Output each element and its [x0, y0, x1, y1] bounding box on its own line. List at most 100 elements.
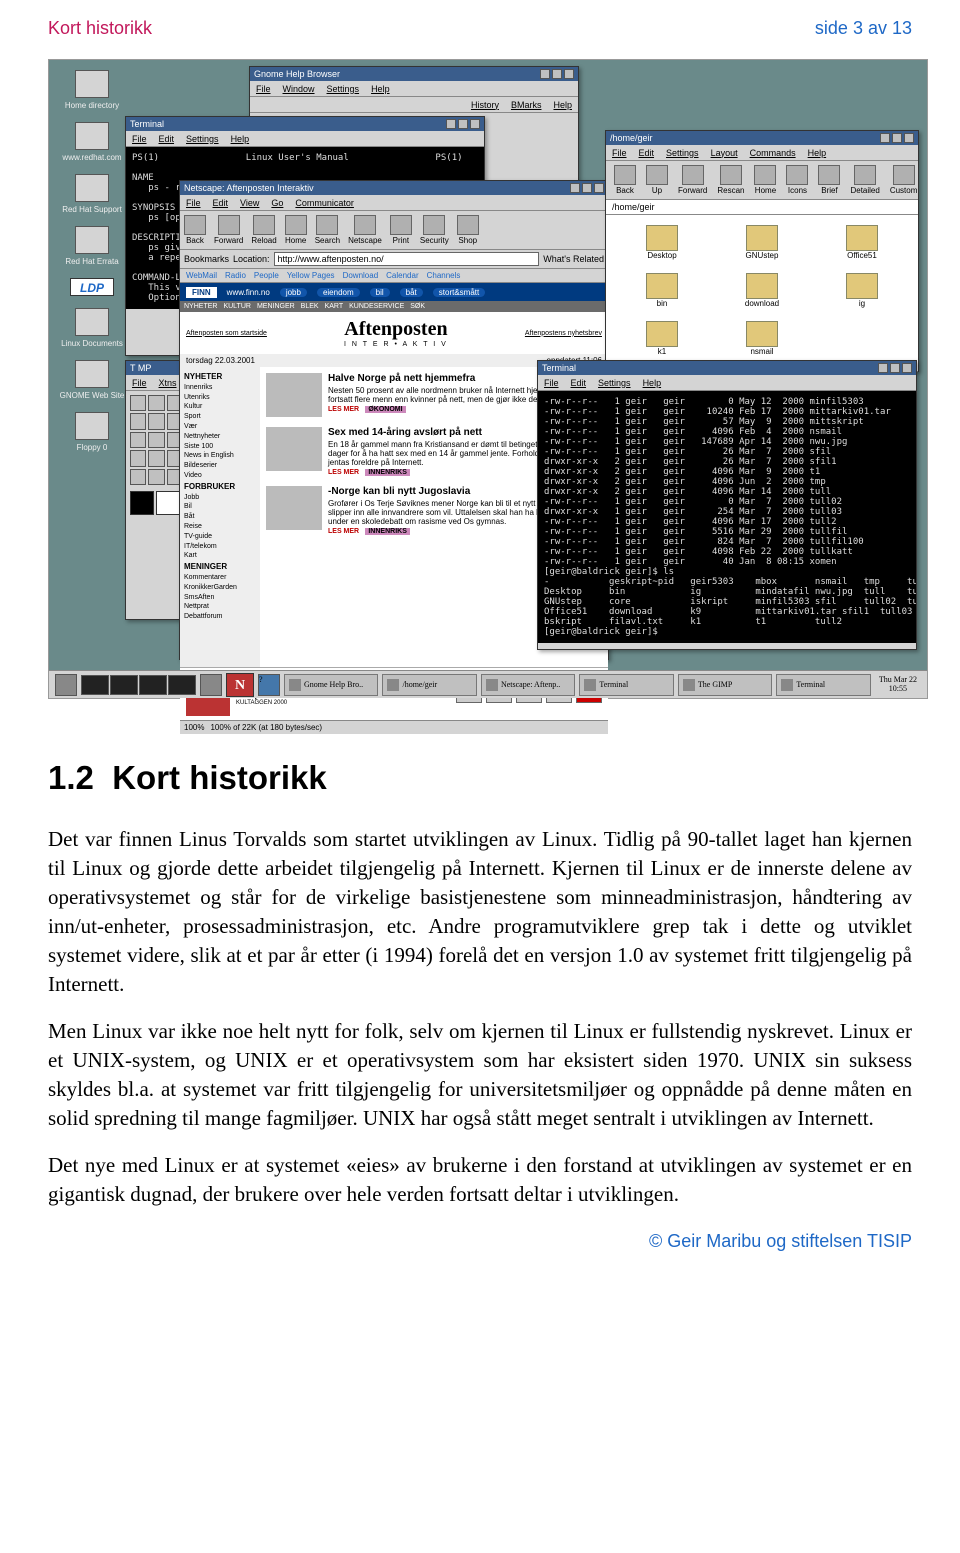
fm-rescan-button[interactable]: Rescan — [717, 165, 744, 195]
finn-tab[interactable]: eiendom — [317, 288, 360, 297]
taskbar-item[interactable]: The GIMP — [678, 674, 772, 696]
minimize-icon[interactable] — [570, 183, 580, 193]
menu-commands[interactable]: Commands — [750, 148, 796, 158]
menu-settings[interactable]: Settings — [666, 148, 699, 158]
menu-help[interactable]: Help — [808, 148, 827, 158]
titlebar[interactable]: Terminal — [126, 117, 484, 131]
menu-help[interactable]: Help — [231, 134, 250, 144]
desktop-icon[interactable]: Red Hat Support — [57, 174, 127, 214]
side-link[interactable]: Bil — [184, 503, 192, 510]
side-link[interactable]: Bildeserier — [184, 462, 217, 469]
print-button[interactable]: Print — [390, 215, 412, 245]
fm-up-button[interactable]: Up — [646, 165, 668, 195]
side-link[interactable]: Nettprat — [184, 603, 209, 610]
terminal-ls-window[interactable]: Terminal File Edit Settings Help -rw-r--… — [537, 360, 917, 650]
menu-file[interactable]: File — [612, 148, 627, 158]
tool-icon[interactable] — [130, 413, 146, 429]
maximize-icon[interactable] — [582, 183, 592, 193]
startside-link[interactable]: Aftenposten som startside — [186, 330, 267, 337]
folder[interactable]: bin — [616, 273, 708, 313]
terminal-launcher-icon[interactable] — [200, 674, 222, 696]
pager-cell[interactable] — [110, 675, 138, 695]
menu-file[interactable]: File — [544, 378, 559, 388]
menu-view[interactable]: View — [240, 198, 259, 208]
maximize-icon[interactable] — [890, 363, 900, 373]
minimize-icon[interactable] — [878, 363, 888, 373]
bookmarks-button[interactable]: Bookmarks — [184, 254, 229, 264]
menu-go[interactable]: Go — [271, 198, 283, 208]
menu-communicator[interactable]: Communicator — [295, 198, 354, 208]
finn-tab[interactable]: stort&smått — [433, 288, 485, 297]
menu-layout[interactable]: Layout — [711, 148, 738, 158]
cat-link[interactable]: MENINGER — [257, 303, 295, 310]
back-button[interactable]: Back — [184, 215, 206, 245]
side-link[interactable]: KronikkerGarden — [184, 584, 237, 591]
side-link[interactable]: TV-guide — [184, 533, 212, 540]
cat-link[interactable]: KUNDESERVICE — [349, 303, 404, 310]
read-more-link[interactable]: LES MER — [328, 469, 359, 476]
whats-related-button[interactable]: What's Related — [543, 254, 604, 264]
menu-window[interactable]: Window — [283, 84, 315, 94]
side-link[interactable]: Kultur — [184, 403, 202, 410]
maximize-icon[interactable] — [458, 119, 468, 129]
story-category[interactable]: INNENRIKS — [365, 528, 410, 535]
desktop-icon[interactable]: Linux Documents — [57, 308, 127, 348]
home-button[interactable]: Home — [285, 215, 307, 245]
pager-cell[interactable] — [168, 675, 196, 695]
location-text[interactable]: /home/geir — [606, 200, 918, 215]
netscape-launcher-icon[interactable]: N — [226, 673, 254, 697]
menu-edit[interactable]: Edit — [159, 134, 175, 144]
help-launcher-icon[interactable]: ? — [258, 674, 280, 696]
gnome-foot-icon[interactable] — [55, 674, 77, 696]
pager-cell[interactable] — [81, 675, 109, 695]
help-button[interactable]: Help — [553, 100, 572, 110]
taskbar-item[interactable]: Terminal — [579, 674, 673, 696]
history-button[interactable]: History — [471, 100, 499, 110]
bg-swatch[interactable] — [156, 491, 180, 515]
folder[interactable]: GNUstep — [716, 225, 808, 265]
taskbar-item[interactable]: Terminal — [776, 674, 870, 696]
tool-icon[interactable] — [148, 395, 164, 411]
maximize-icon[interactable] — [892, 133, 902, 143]
url-input[interactable] — [274, 252, 540, 266]
side-link[interactable]: Vær — [184, 423, 197, 430]
folder[interactable]: download — [716, 273, 808, 313]
desktop-icon[interactable]: Red Hat Errata — [57, 226, 127, 266]
pager-cell[interactable] — [139, 675, 167, 695]
finn-logo[interactable]: FINN — [186, 287, 217, 298]
menu-file[interactable]: File — [186, 198, 201, 208]
taskbar-item[interactable]: Gnome Help Bro.. — [284, 674, 378, 696]
fm-brief-button[interactable]: Brief — [818, 165, 840, 195]
desktop-icon[interactable]: Floppy 0 — [57, 412, 127, 452]
security-button[interactable]: Security — [420, 215, 449, 245]
link-channels[interactable]: Channels — [427, 271, 461, 280]
folder[interactable]: nsmail — [716, 321, 808, 361]
side-link[interactable]: Kart — [184, 552, 197, 559]
menu-help[interactable]: Help — [643, 378, 662, 388]
fg-swatch[interactable] — [130, 491, 154, 515]
close-icon[interactable] — [902, 363, 912, 373]
story-category[interactable]: ØKONOMI — [365, 406, 405, 413]
bmarks-button[interactable]: BMarks — [511, 100, 542, 110]
story-thumb[interactable] — [266, 427, 322, 471]
cat-link[interactable]: BLEK — [301, 303, 319, 310]
fm-icons-button[interactable]: Icons — [786, 165, 808, 195]
tool-icon[interactable] — [130, 450, 146, 466]
minimize-icon[interactable] — [446, 119, 456, 129]
menu-settings[interactable]: Settings — [598, 378, 631, 388]
side-link[interactable]: Debattforum — [184, 613, 223, 620]
close-icon[interactable] — [470, 119, 480, 129]
fm-forward-button[interactable]: Forward — [678, 165, 707, 195]
cat-link[interactable]: NYHETER — [184, 303, 217, 310]
finn-tab[interactable]: jobb — [280, 288, 307, 297]
side-link[interactable]: Reise — [184, 523, 202, 530]
finn-tab[interactable]: bil — [370, 288, 390, 297]
titlebar[interactable]: Netscape: Aftenposten Interaktiv — [180, 181, 608, 195]
side-link[interactable]: Jobb — [184, 494, 199, 501]
link-webmail[interactable]: WebMail — [186, 271, 217, 280]
reload-button[interactable]: Reload — [251, 215, 276, 245]
side-link[interactable]: Kommentarer — [184, 574, 226, 581]
menu-edit[interactable]: Edit — [571, 378, 587, 388]
tool-icon[interactable] — [148, 432, 164, 448]
menu-help[interactable]: Help — [371, 84, 390, 94]
